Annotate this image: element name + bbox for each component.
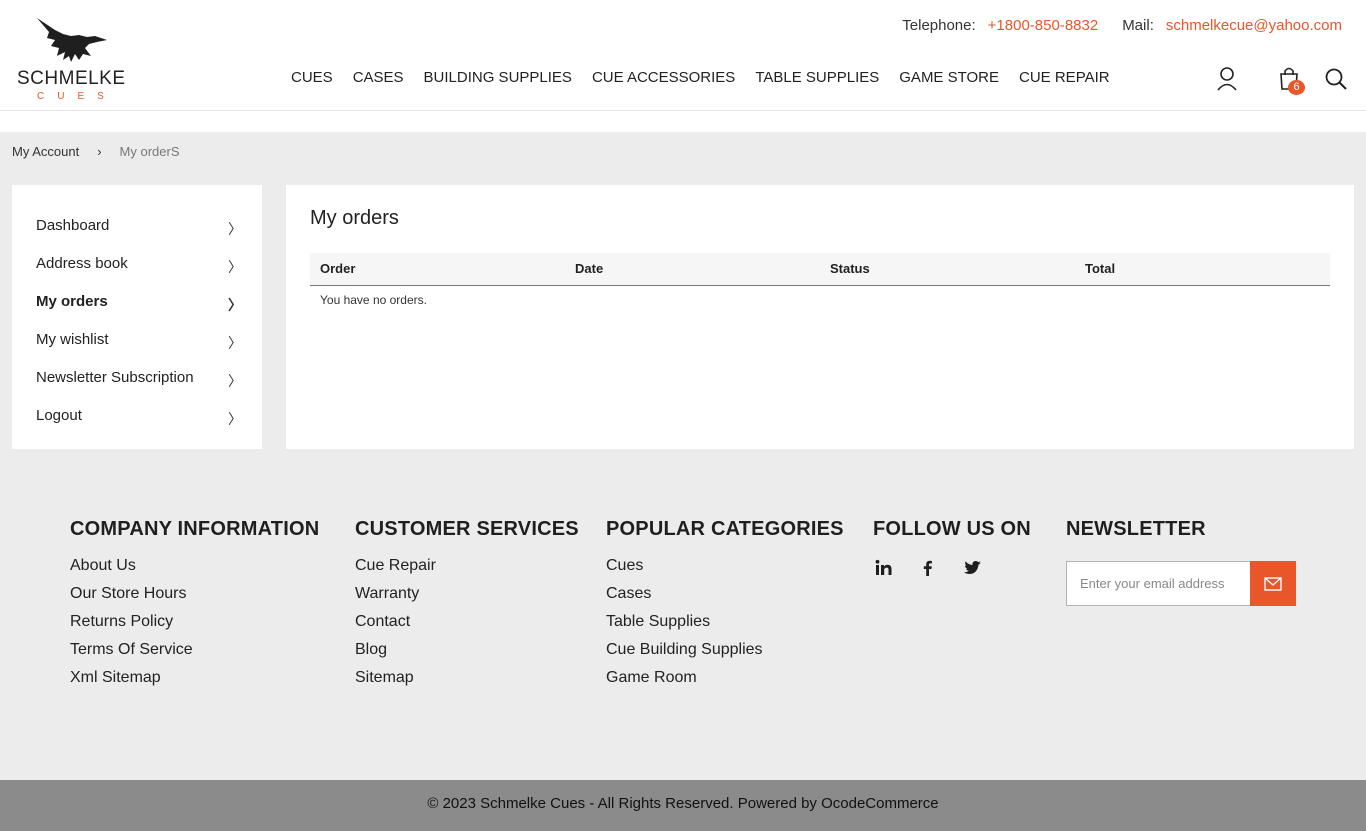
header-icons: [1216, 66, 1350, 96]
column-header-status: Status: [830, 261, 870, 276]
column-header-date: Date: [575, 261, 604, 276]
telephone-label: Telephone:: [902, 17, 976, 34]
footer-heading: CUSTOMER SERVICES: [355, 518, 579, 540]
footer-link-blog[interactable]: Blog: [355, 636, 436, 664]
sidebar-item-address-book[interactable]: Address book 〉: [36, 255, 242, 279]
sidebar-item-label: Address book: [36, 255, 128, 272]
footer-link-cue-repair[interactable]: Cue Repair: [355, 552, 436, 580]
linkedin-icon[interactable]: [874, 558, 894, 578]
site-header: SCHMELKE CUES Telephone: +1800-850-8832 …: [0, 0, 1366, 111]
mail-link[interactable]: schmelkecue@yahoo.com: [1166, 17, 1342, 34]
cart-count-badge: 6: [1288, 80, 1305, 95]
sidebar-item-label: My orders: [36, 293, 108, 310]
sidebar-item-my-wishlist[interactable]: My wishlist 〉: [36, 331, 242, 355]
footer-link-terms-of-service[interactable]: Terms Of Service: [70, 636, 193, 664]
footer-link-warranty[interactable]: Warranty: [355, 580, 436, 608]
footer-link-contact[interactable]: Contact: [355, 608, 436, 636]
breadcrumb: My Account › My orderS: [12, 144, 180, 159]
sidebar-item-my-orders[interactable]: My orders 〉: [36, 293, 242, 317]
mail-label: Mail:: [1122, 17, 1154, 34]
sidebar-item-label: My wishlist: [36, 331, 109, 348]
footer-link-game-room[interactable]: Game Room: [606, 664, 763, 692]
site-logo[interactable]: SCHMELKE CUES: [17, 16, 129, 102]
facebook-icon[interactable]: [918, 558, 938, 578]
footer-company-information: COMPANY INFORMATION About Us Our Store H…: [70, 518, 320, 686]
footer-link-store-hours[interactable]: Our Store Hours: [70, 580, 193, 608]
telephone-link[interactable]: +1800-850-8832: [988, 17, 1099, 34]
footer-heading: POPULAR CATEGORIES: [606, 518, 844, 540]
nav-item-cue-accessories[interactable]: CUE ACCESSORIES: [592, 69, 735, 86]
nav-item-table-supplies[interactable]: TABLE SUPPLIES: [755, 69, 879, 86]
sidebar-item-label: Newsletter Subscription: [36, 369, 194, 386]
account-sidebar: Dashboard 〉 Address book 〉 My orders 〉 M…: [12, 185, 262, 449]
mail-icon: [1264, 576, 1282, 591]
footer-newsletter: NEWSLETTER: [1066, 518, 1206, 541]
nav-item-game-store[interactable]: GAME STORE: [899, 69, 999, 86]
empty-orders-message: You have no orders.: [320, 293, 427, 307]
footer-link-sitemap[interactable]: Sitemap: [355, 664, 436, 692]
breadcrumb-my-orders: My orderS: [119, 144, 180, 159]
chevron-right-icon: ›: [97, 144, 102, 159]
copyright-text: © 2023 Schmelke Cues - All Rights Reserv…: [427, 795, 939, 812]
eagle-logo-icon: [37, 18, 107, 62]
sidebar-item-label: Logout: [36, 407, 82, 424]
brand-name: SCHMELKE: [17, 68, 126, 89]
column-header-total: Total: [1085, 261, 1116, 276]
newsletter-form: [1066, 561, 1296, 606]
footer-link-table-supplies[interactable]: Table Supplies: [606, 608, 763, 636]
sidebar-item-dashboard[interactable]: Dashboard 〉: [36, 217, 242, 241]
chevron-right-icon: 〉: [228, 335, 242, 351]
social-links: [874, 558, 982, 578]
footer-link-cue-building-supplies[interactable]: Cue Building Supplies: [606, 636, 763, 664]
main-nav: CUES CASES BUILDING SUPPLIES CUE ACCESSO…: [291, 69, 1110, 86]
footer-follow-us: FOLLOW US ON: [873, 518, 1031, 541]
sidebar-item-label: Dashboard: [36, 217, 110, 234]
column-header-order: Order: [320, 261, 356, 276]
newsletter-submit-button[interactable]: [1250, 561, 1296, 606]
sidebar-item-newsletter-subscription[interactable]: Newsletter Subscription 〉: [36, 369, 242, 393]
footer-heading: NEWSLETTER: [1066, 518, 1206, 540]
user-icon[interactable]: [1216, 66, 1238, 92]
newsletter-email-input[interactable]: [1066, 561, 1250, 606]
orders-panel: My orders Order Date Status Total You ha…: [286, 185, 1354, 449]
footer-link-cues[interactable]: Cues: [606, 552, 763, 580]
nav-item-cues[interactable]: CUES: [291, 69, 333, 86]
footer-link-returns-policy[interactable]: Returns Policy: [70, 608, 193, 636]
nav-item-cases[interactable]: CASES: [353, 69, 404, 86]
orders-table-header: Order Date Status Total: [310, 253, 1330, 286]
nav-item-building-supplies[interactable]: BUILDING SUPPLIES: [424, 69, 572, 86]
nav-item-cue-repair[interactable]: CUE REPAIR: [1019, 69, 1110, 86]
breadcrumb-my-account[interactable]: My Account: [12, 144, 79, 159]
chevron-right-icon: 〉: [228, 411, 242, 427]
chevron-right-icon: 〉: [228, 297, 242, 313]
footer-customer-services: CUSTOMER SERVICES Cue Repair Warranty Co…: [355, 518, 579, 686]
copyright-bar: © 2023 Schmelke Cues - All Rights Reserv…: [0, 780, 1366, 831]
contact-info: Telephone: +1800-850-8832 Mail: schmelke…: [902, 17, 1342, 34]
page-title: My orders: [310, 207, 399, 229]
footer-link-about-us[interactable]: About Us: [70, 552, 193, 580]
twitter-icon[interactable]: [962, 558, 982, 578]
chevron-right-icon: 〉: [228, 221, 242, 237]
footer-heading: COMPANY INFORMATION: [70, 518, 320, 540]
brand-subtitle: CUES: [37, 91, 117, 102]
footer-link-cases[interactable]: Cases: [606, 580, 763, 608]
search-icon[interactable]: [1324, 66, 1348, 92]
sidebar-item-logout[interactable]: Logout 〉: [36, 407, 242, 431]
footer-heading: FOLLOW US ON: [873, 518, 1031, 540]
footer-link-xml-sitemap[interactable]: Xml Sitemap: [70, 664, 193, 692]
chevron-right-icon: 〉: [228, 259, 242, 275]
chevron-right-icon: 〉: [228, 373, 242, 389]
footer-popular-categories: POPULAR CATEGORIES Cues Cases Table Supp…: [606, 518, 844, 686]
